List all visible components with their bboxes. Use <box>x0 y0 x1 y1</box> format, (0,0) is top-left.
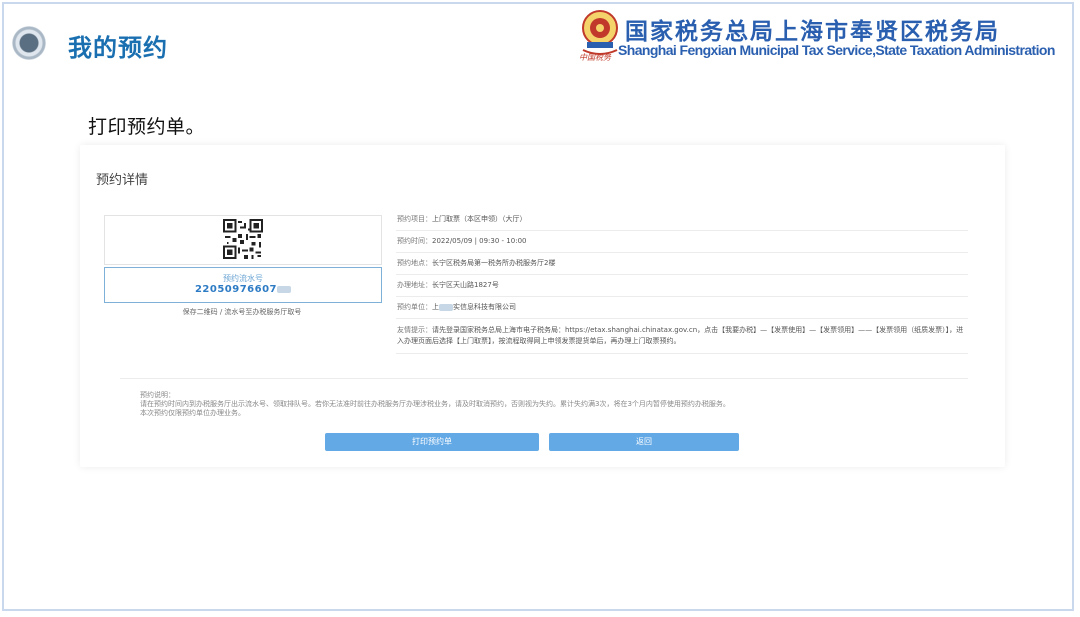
appointment-details: 预约项目：上门取票（本区申领）（大厅） 预约时间：2022/05/09 | 09… <box>396 209 968 354</box>
qr-code-icon <box>223 219 263 259</box>
detail-row-location: 预约地点：长宁区税务局第一税务所办税服务厅2楼 <box>396 253 968 275</box>
org-name-en: Shanghai Fengxian Municipal Tax Service,… <box>618 42 1055 58</box>
detail-row-company: 预约单位：上 实信息科技有限公司 <box>396 297 968 319</box>
serial-number-box: 预约流水号 22050976607 <box>104 267 382 303</box>
panel-title: 预约详情 <box>96 173 149 188</box>
detail-value: 长宁区天山路1827号 <box>432 281 499 289</box>
serial-number-label: 预约流水号 <box>223 274 263 283</box>
org-name-cn: 国家税务总局上海市奉贤区税务局 <box>625 19 1000 45</box>
notes-heading: 预约说明： <box>140 391 175 399</box>
detail-key: 预约时间： <box>397 237 432 245</box>
detail-key: 办理地址： <box>397 281 432 289</box>
print-appointment-button[interactable]: 打印预约单 <box>325 433 539 451</box>
appointment-detail-panel: 预约详情 预约流水号 22050976607 保存二维码 / 流水号至办税服务厅… <box>80 145 1005 467</box>
redacted-mark <box>277 285 292 293</box>
back-button[interactable]: 返回 <box>549 433 739 451</box>
detail-row-address: 办理地址：长宁区天山路1827号 <box>396 275 968 297</box>
detail-key: 预约项目： <box>397 215 432 223</box>
notes-line: 请在预约时间内到办税服务厅出示流水号、领取排队号。若你无法准时前往办税服务厅办理… <box>140 400 730 408</box>
appointment-notes: 预约说明： 请在预约时间内到办税服务厅出示流水号、领取排队号。若你无法准时前往办… <box>140 391 840 418</box>
detail-value: 2022/05/09 | 09:30 - 10:00 <box>432 237 527 245</box>
detail-value: 长宁区税务局第一税务所办税服务厅2楼 <box>432 259 556 267</box>
step-instruction: 打印预约单。 <box>88 116 206 138</box>
logo-caption: 中国税务 <box>579 53 611 62</box>
detail-row-tip: 友情提示：请先登录国家税务总局上海市电子税务局：https://etax.sha… <box>396 319 968 354</box>
detail-row-item: 预约项目：上门取票（本区申领）（大厅） <box>396 209 968 231</box>
detail-value-prefix: 上 <box>432 303 439 311</box>
save-hint: 保存二维码 / 流水号至办税服务厅取号 <box>182 308 302 316</box>
detail-value-suffix: 实信息科技有限公司 <box>453 303 516 311</box>
detail-value: 上门取票（本区申领）（大厅） <box>432 215 527 223</box>
serial-number-text: 22050976607 <box>194 284 278 295</box>
slide-title: 我的预约 <box>68 34 168 62</box>
detail-key: 预约单位： <box>397 303 432 311</box>
detail-key: 友情提示： <box>397 326 432 334</box>
section-divider <box>120 378 968 379</box>
qr-code-box <box>104 215 382 265</box>
detail-row-time: 预约时间：2022/05/09 | 09:30 - 10:00 <box>396 231 968 253</box>
detail-value: 请先登录国家税务总局上海市电子税务局：https://etax.shanghai… <box>397 326 964 345</box>
title-bullet-icon <box>12 26 46 60</box>
serial-number-value: 22050976607 <box>105 284 381 296</box>
notes-line: 本次预约仅限预约单位办理业务。 <box>140 409 245 417</box>
redacted-mark <box>439 303 453 311</box>
detail-key: 预约地点： <box>397 259 432 267</box>
